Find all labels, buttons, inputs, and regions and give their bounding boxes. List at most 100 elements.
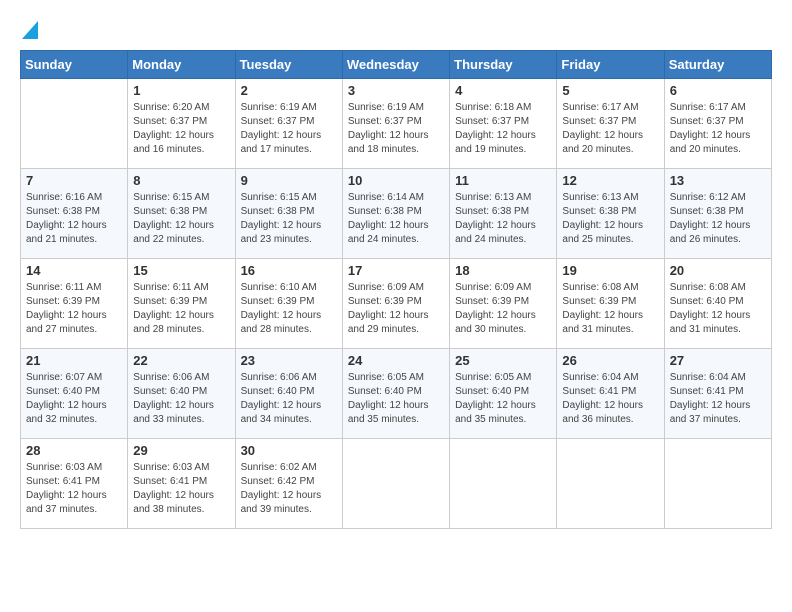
calendar-cell: 26Sunrise: 6:04 AMSunset: 6:41 PMDayligh…	[557, 348, 664, 438]
day-number: 7	[26, 173, 122, 188]
calendar-cell: 19 Sunrise: 6:08 AMSunset: 6:39 PMDayligh…	[557, 258, 664, 348]
day-number: 26	[562, 353, 658, 368]
day-number: 20	[670, 263, 766, 278]
day-info: Sunrise: 6:09 AMSunset: 6:39 PMDaylight:…	[348, 281, 444, 337]
day-number: 10	[348, 173, 444, 188]
day-info: Sunrise: 6:08 AMSunset: 6:39 PMDaylight:…	[562, 281, 658, 337]
day-info: Sunrise: 6:10 AMSunset: 6:39 PMDaylight:…	[241, 281, 337, 337]
day-number: 18	[455, 263, 551, 278]
calendar-cell: 27 Sunrise: 6:04 AMSunset: 6:41 PMDayligh…	[664, 348, 771, 438]
calendar-cell	[664, 438, 771, 528]
page-header	[20, 20, 772, 40]
day-header-wednesday: Wednesday	[342, 50, 449, 78]
day-number: 4	[455, 83, 551, 98]
day-number: 1	[133, 83, 229, 98]
day-info: Sunrise: 6:14 AMSunset: 6:38 PMDaylight:…	[348, 191, 444, 247]
day-info: Sunrise: 6:05 AMSunset: 6:40 PMDaylight:…	[455, 371, 551, 427]
calendar-cell: 3 Sunrise: 6:19 AMSunset: 6:37 PMDaylight…	[342, 78, 449, 168]
day-info: Sunrise: 6:13 AMSunset: 6:38 PMDaylight:…	[562, 191, 658, 247]
calendar-cell: 9 Sunrise: 6:15 AMSunset: 6:38 PMDaylight…	[235, 168, 342, 258]
calendar-cell: 10 Sunrise: 6:14 AMSunset: 6:38 PMDayligh…	[342, 168, 449, 258]
calendar-cell: 30 Sunrise: 6:02 AMSunset: 6:42 PMDayligh…	[235, 438, 342, 528]
logo-icon	[22, 21, 38, 39]
day-info: Sunrise: 6:15 AMSunset: 6:38 PMDaylight:…	[241, 191, 337, 247]
calendar-week-5: 28 Sunrise: 6:03 AMSunset: 6:41 PMDayligh…	[21, 438, 772, 528]
day-info: Sunrise: 6:19 AMSunset: 6:37 PMDaylight:…	[348, 101, 444, 157]
calendar-cell: 5 Sunrise: 6:17 AMSunset: 6:37 PMDaylight…	[557, 78, 664, 168]
calendar-cell: 24Sunrise: 6:05 AMSunset: 6:40 PMDayligh…	[342, 348, 449, 438]
day-number: 5	[562, 83, 658, 98]
calendar-cell: 17 Sunrise: 6:09 AMSunset: 6:39 PMDayligh…	[342, 258, 449, 348]
day-number: 13	[670, 173, 766, 188]
day-info: Sunrise: 6:15 AMSunset: 6:38 PMDaylight:…	[133, 191, 229, 247]
day-info: Sunrise: 6:18 AMSunset: 6:37 PMDaylight:…	[455, 101, 551, 157]
day-number: 28	[26, 443, 122, 458]
day-info: Sunrise: 6:03 AMSunset: 6:41 PMDaylight:…	[26, 461, 122, 517]
calendar-cell: 6Sunrise: 6:17 AMSunset: 6:37 PMDaylight…	[664, 78, 771, 168]
calendar-cell: 15 Sunrise: 6:11 AMSunset: 6:39 PMDayligh…	[128, 258, 235, 348]
day-info: Sunrise: 6:11 AMSunset: 6:39 PMDaylight:…	[26, 281, 122, 337]
calendar-cell: 20Sunrise: 6:08 AMSunset: 6:40 PMDayligh…	[664, 258, 771, 348]
day-header-tuesday: Tuesday	[235, 50, 342, 78]
day-number: 30	[241, 443, 337, 458]
calendar-header-row: SundayMondayTuesdayWednesdayThursdayFrid…	[21, 50, 772, 78]
day-info: Sunrise: 6:12 AMSunset: 6:38 PMDaylight:…	[670, 191, 766, 247]
calendar-cell: 29Sunrise: 6:03 AMSunset: 6:41 PMDayligh…	[128, 438, 235, 528]
day-info: Sunrise: 6:06 AMSunset: 6:40 PMDaylight:…	[241, 371, 337, 427]
calendar-body: 1 Sunrise: 6:20 AMSunset: 6:37 PMDaylight…	[21, 78, 772, 528]
day-info: Sunrise: 6:11 AMSunset: 6:39 PMDaylight:…	[133, 281, 229, 337]
day-number: 19	[562, 263, 658, 278]
day-header-friday: Friday	[557, 50, 664, 78]
calendar-cell: 22 Sunrise: 6:06 AMSunset: 6:40 PMDayligh…	[128, 348, 235, 438]
calendar-cell	[21, 78, 128, 168]
day-info: Sunrise: 6:09 AMSunset: 6:39 PMDaylight:…	[455, 281, 551, 337]
day-number: 27	[670, 353, 766, 368]
day-number: 15	[133, 263, 229, 278]
calendar-cell: 25 Sunrise: 6:05 AMSunset: 6:40 PMDayligh…	[450, 348, 557, 438]
calendar-cell: 14 Sunrise: 6:11 AMSunset: 6:39 PMDayligh…	[21, 258, 128, 348]
calendar-cell: 16Sunrise: 6:10 AMSunset: 6:39 PMDayligh…	[235, 258, 342, 348]
day-info: Sunrise: 6:04 AMSunset: 6:41 PMDaylight:…	[670, 371, 766, 427]
calendar-cell	[557, 438, 664, 528]
day-number: 2	[241, 83, 337, 98]
day-info: Sunrise: 6:03 AMSunset: 6:41 PMDaylight:…	[133, 461, 229, 517]
calendar-cell: 4 Sunrise: 6:18 AMSunset: 6:37 PMDaylight…	[450, 78, 557, 168]
calendar-cell: 11Sunrise: 6:13 AMSunset: 6:38 PMDayligh…	[450, 168, 557, 258]
calendar-cell	[342, 438, 449, 528]
day-number: 24	[348, 353, 444, 368]
day-info: Sunrise: 6:17 AMSunset: 6:37 PMDaylight:…	[562, 101, 658, 157]
day-header-saturday: Saturday	[664, 50, 771, 78]
day-info: Sunrise: 6:19 AMSunset: 6:37 PMDaylight:…	[241, 101, 337, 157]
day-number: 11	[455, 173, 551, 188]
calendar-cell: 18 Sunrise: 6:09 AMSunset: 6:39 PMDayligh…	[450, 258, 557, 348]
day-header-thursday: Thursday	[450, 50, 557, 78]
day-number: 8	[133, 173, 229, 188]
calendar-cell: 21 Sunrise: 6:07 AMSunset: 6:40 PMDayligh…	[21, 348, 128, 438]
logo	[20, 20, 38, 40]
calendar-week-3: 14 Sunrise: 6:11 AMSunset: 6:39 PMDayligh…	[21, 258, 772, 348]
day-number: 3	[348, 83, 444, 98]
calendar-cell: 1 Sunrise: 6:20 AMSunset: 6:37 PMDaylight…	[128, 78, 235, 168]
calendar-table: SundayMondayTuesdayWednesdayThursdayFrid…	[20, 50, 772, 529]
calendar-cell: 23 Sunrise: 6:06 AMSunset: 6:40 PMDayligh…	[235, 348, 342, 438]
day-number: 21	[26, 353, 122, 368]
day-number: 25	[455, 353, 551, 368]
calendar-cell: 7 Sunrise: 6:16 AMSunset: 6:38 PMDaylight…	[21, 168, 128, 258]
day-number: 14	[26, 263, 122, 278]
day-number: 17	[348, 263, 444, 278]
day-number: 22	[133, 353, 229, 368]
day-number: 23	[241, 353, 337, 368]
day-info: Sunrise: 6:06 AMSunset: 6:40 PMDaylight:…	[133, 371, 229, 427]
calendar-cell: 28 Sunrise: 6:03 AMSunset: 6:41 PMDayligh…	[21, 438, 128, 528]
day-header-monday: Monday	[128, 50, 235, 78]
calendar-cell: 12Sunrise: 6:13 AMSunset: 6:38 PMDayligh…	[557, 168, 664, 258]
day-info: Sunrise: 6:17 AMSunset: 6:37 PMDaylight:…	[670, 101, 766, 157]
calendar-week-2: 7 Sunrise: 6:16 AMSunset: 6:38 PMDaylight…	[21, 168, 772, 258]
day-info: Sunrise: 6:02 AMSunset: 6:42 PMDaylight:…	[241, 461, 337, 517]
calendar-cell: 8 Sunrise: 6:15 AMSunset: 6:38 PMDaylight…	[128, 168, 235, 258]
day-info: Sunrise: 6:07 AMSunset: 6:40 PMDaylight:…	[26, 371, 122, 427]
day-info: Sunrise: 6:20 AMSunset: 6:37 PMDaylight:…	[133, 101, 229, 157]
calendar-cell	[450, 438, 557, 528]
day-info: Sunrise: 6:16 AMSunset: 6:38 PMDaylight:…	[26, 191, 122, 247]
day-number: 9	[241, 173, 337, 188]
